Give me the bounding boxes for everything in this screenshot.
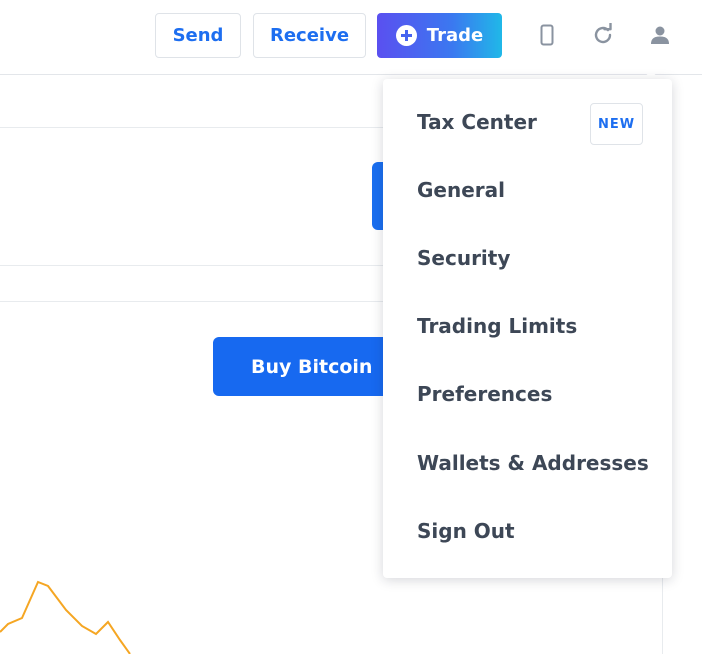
menu-item-wallets-addresses[interactable]: Wallets & Addresses [417,443,649,483]
menu-item-trading-limits[interactable]: Trading Limits [417,306,577,346]
menu-item-preferences[interactable]: Preferences [417,374,552,414]
phone-icon[interactable] [532,20,562,50]
user-icon[interactable] [645,20,675,50]
trade-button-label: Trade [426,25,484,46]
new-badge: NEW [590,103,643,145]
plus-circle-icon [395,25,417,46]
send-button[interactable]: Send [155,13,241,58]
menu-item-sign-out[interactable]: Sign Out [417,511,515,551]
refresh-icon[interactable] [588,20,618,50]
menu-item-security[interactable]: Security [417,238,510,278]
buy-bitcoin-button[interactable]: Buy Bitcoin [213,337,393,396]
divider [0,301,383,302]
trade-button[interactable]: Trade [377,13,502,58]
price-line [0,580,131,654]
menu-item-general[interactable]: General [417,170,505,210]
receive-button[interactable]: Receive [253,13,366,58]
divider [0,127,383,128]
menu-item-tax-center[interactable]: Tax Center [417,102,537,142]
top-bar: Send Receive Trade [0,0,702,75]
user-dropdown-menu: Tax Center NEW General Security Trading … [383,79,672,578]
price-chart [0,580,131,654]
divider [662,578,663,654]
divider [0,265,383,266]
